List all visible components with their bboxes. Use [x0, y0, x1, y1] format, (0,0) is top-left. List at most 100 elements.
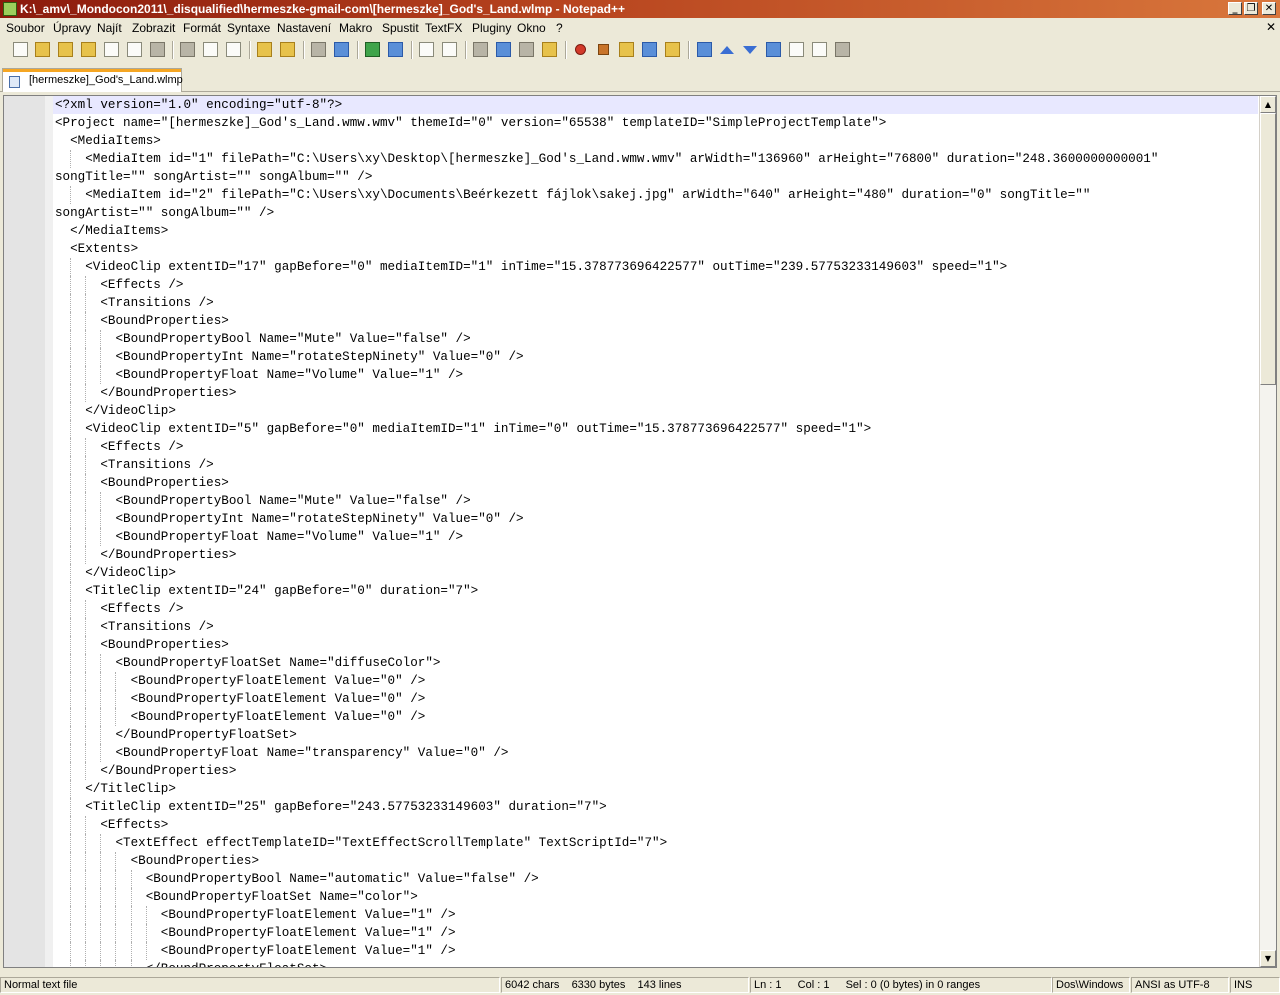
jump-bottom-icon[interactable] [766, 42, 781, 57]
menu-spustit[interactable]: Spustit [382, 21, 419, 35]
code-line[interactable]: 46 <BoundPropertyFloatElement Value="1" … [53, 942, 1258, 960]
code-line[interactable]: 7 <Extents> [53, 240, 1258, 258]
code-line[interactable]: 43 <BoundPropertyFloatSet Name="color"> [53, 888, 1258, 906]
new-file-icon[interactable] [13, 42, 28, 57]
menu-najit[interactable]: Najít [97, 21, 122, 35]
copy-icon[interactable] [203, 42, 218, 57]
run-macro-multiple-icon[interactable] [642, 42, 657, 57]
code-line[interactable]: 20 <BoundProperties> [53, 474, 1258, 492]
code-line[interactable]: 10 <Transitions /> [53, 294, 1258, 312]
save-macro-icon[interactable] [665, 42, 680, 57]
code-line[interactable]: 27 <Effects /> [53, 600, 1258, 618]
menu-soubor[interactable]: Soubor [6, 21, 45, 35]
save-icon[interactable] [58, 42, 73, 57]
jump-down-icon[interactable] [743, 46, 757, 54]
code-line[interactable]: 12 <BoundPropertyBool Name="Mute" Value=… [53, 330, 1258, 348]
sync-horizontal-icon[interactable] [442, 42, 457, 57]
tab-document[interactable]: [hermeszke]_God's_Land.wlmp [2, 68, 183, 92]
code-line[interactable]: 24 </BoundProperties> [53, 546, 1258, 564]
close-all-icon[interactable] [127, 42, 142, 57]
code-line[interactable]: 21 <BoundPropertyBool Name="Mute" Value=… [53, 492, 1258, 510]
code-line[interactable]: 40 <TextEffect effectTemplateID="TextEff… [53, 834, 1258, 852]
code-line[interactable]: 11 <BoundProperties> [53, 312, 1258, 330]
save-all-icon[interactable] [81, 42, 96, 57]
code-line[interactable]: 15 </BoundProperties> [53, 384, 1258, 402]
scroll-down-arrow-icon[interactable]: ▼ [1260, 950, 1276, 967]
open-file-icon[interactable] [35, 42, 50, 57]
menu-nastaveni[interactable]: Nastavení [277, 21, 331, 35]
code-line[interactable]: 2<Project name="[hermeszke]_God's_Land.w… [53, 114, 1258, 132]
stop-macro-icon[interactable] [598, 44, 609, 55]
zoom-in-icon[interactable] [365, 42, 380, 57]
code-line[interactable]: 33 <BoundPropertyFloatElement Value="0" … [53, 708, 1258, 726]
code-line[interactable]: 45 <BoundPropertyFloatElement Value="1" … [53, 924, 1258, 942]
code-line[interactable]: 13 <BoundPropertyInt Name="rotateStepNin… [53, 348, 1258, 366]
scrollbar-thumb[interactable] [1260, 113, 1276, 385]
user-lang-icon[interactable] [542, 42, 557, 57]
vertical-scrollbar[interactable]: ▲ ▼ [1259, 96, 1276, 967]
code-line[interactable]: 23 <BoundPropertyFloat Name="Volume" Val… [53, 528, 1258, 546]
code-line[interactable]: 37 </TitleClip> [53, 780, 1258, 798]
minimize-button[interactable]: _ [1228, 2, 1242, 15]
zoom-out-icon[interactable] [388, 42, 403, 57]
code-line[interactable]: 36 </BoundProperties> [53, 762, 1258, 780]
code-line[interactable]: songTitle="" songArtist="" songAlbum="" … [53, 168, 1258, 186]
code-line[interactable]: 1<?xml version="1.0" encoding="utf-8"?> [53, 96, 1258, 114]
code-line[interactable]: 38 <TitleClip extentID="25" gapBefore="2… [53, 798, 1258, 816]
redo-icon[interactable] [280, 42, 295, 57]
code-line[interactable]: 18 <Effects /> [53, 438, 1258, 456]
code-line[interactable]: 25 </VideoClip> [53, 564, 1258, 582]
restore-button[interactable]: ❐ [1244, 2, 1258, 15]
replace-icon[interactable] [334, 42, 349, 57]
code-line[interactable]: 17 <VideoClip extentID="5" gapBefore="0"… [53, 420, 1258, 438]
close-document-icon[interactable]: ✕ [1266, 20, 1276, 34]
code-line[interactable]: 5 <MediaItem id="2" filePath="C:\Users\x… [53, 186, 1258, 204]
indent-guide-icon[interactable] [519, 42, 534, 57]
editor[interactable]: 1<?xml version="1.0" encoding="utf-8"?>2… [3, 95, 1277, 968]
paste-icon[interactable] [226, 42, 241, 57]
console-icon[interactable] [789, 42, 804, 57]
code-line[interactable]: 16 </VideoClip> [53, 402, 1258, 420]
code-line[interactable]: 4 <MediaItem id="1" filePath="C:\Users\x… [53, 150, 1258, 168]
undo-icon[interactable] [257, 42, 272, 57]
menu-zobrazit[interactable]: Zobrazit [132, 21, 175, 35]
menu-pluginy[interactable]: Pluginy [472, 21, 511, 35]
code-line[interactable]: 35 <BoundPropertyFloat Name="transparenc… [53, 744, 1258, 762]
code-line[interactable]: 19 <Transitions /> [53, 456, 1258, 474]
word-wrap-icon[interactable] [473, 42, 488, 57]
menu-okno[interactable]: Okno [517, 21, 546, 35]
code-line[interactable]: 34 </BoundPropertyFloatSet> [53, 726, 1258, 744]
code-line[interactable]: 31 <BoundPropertyFloatElement Value="0" … [53, 672, 1258, 690]
code-line[interactable]: 30 <BoundPropertyFloatSet Name="diffuseC… [53, 654, 1258, 672]
play-macro-icon[interactable] [619, 42, 634, 57]
code-line[interactable]: 26 <TitleClip extentID="24" gapBefore="0… [53, 582, 1258, 600]
jump-top-icon[interactable] [697, 42, 712, 57]
cut-icon[interactable] [180, 42, 195, 57]
menu-textfx[interactable]: TextFX [425, 21, 462, 35]
code-line[interactable]: 9 <Effects /> [53, 276, 1258, 294]
find-icon[interactable] [311, 42, 326, 57]
code-line[interactable]: 29 <BoundProperties> [53, 636, 1258, 654]
code-line[interactable]: 22 <BoundPropertyInt Name="rotateStepNin… [53, 510, 1258, 528]
close-button[interactable]: ✕ [1262, 2, 1276, 15]
code-line[interactable]: songArtist="" songAlbum="" /> [53, 204, 1258, 222]
menu-syntaxe[interactable]: Syntaxe [227, 21, 270, 35]
code-area[interactable]: 1<?xml version="1.0" encoding="utf-8"?>2… [53, 96, 1258, 967]
close-icon[interactable] [104, 42, 119, 57]
menu-help[interactable]: ? [556, 21, 563, 35]
spellcheck-icon[interactable] [835, 42, 850, 57]
code-line[interactable]: 28 <Transitions /> [53, 618, 1258, 636]
fold-margin[interactable] [45, 96, 53, 967]
code-line[interactable]: 32 <BoundPropertyFloatElement Value="0" … [53, 690, 1258, 708]
record-macro-icon[interactable] [575, 44, 586, 55]
menu-format[interactable]: Formát [183, 21, 221, 35]
print-icon[interactable] [150, 42, 165, 57]
sync-vertical-icon[interactable] [419, 42, 434, 57]
show-all-chars-icon[interactable] [496, 42, 511, 57]
scroll-up-arrow-icon[interactable]: ▲ [1260, 96, 1276, 113]
menu-makro[interactable]: Makro [339, 21, 372, 35]
code-line[interactable]: 14 <BoundPropertyFloat Name="Volume" Val… [53, 366, 1258, 384]
code-line[interactable]: 44 <BoundPropertyFloatElement Value="1" … [53, 906, 1258, 924]
doc-map-icon[interactable] [812, 42, 827, 57]
jump-up-icon[interactable] [720, 46, 734, 54]
